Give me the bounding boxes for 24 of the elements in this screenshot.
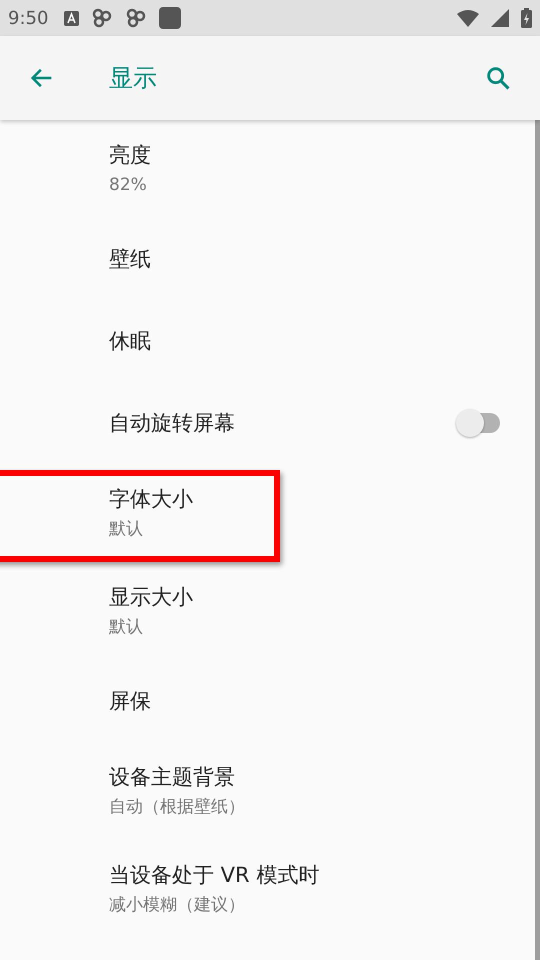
battery-icon bbox=[521, 8, 532, 28]
setting-title[interactable]: 壁纸 bbox=[109, 245, 500, 273]
signal-icon bbox=[491, 9, 509, 27]
square-icon bbox=[159, 7, 182, 29]
setting-summary: 减小模糊（建议） bbox=[109, 894, 246, 917]
setting-summary: 默认 bbox=[109, 518, 144, 541]
setting-title[interactable]: 字体大小 bbox=[109, 485, 500, 513]
setting-summary: 默认 bbox=[109, 616, 144, 639]
setting-summary: 82% bbox=[109, 174, 148, 197]
setting-title[interactable]: 当设备处于 VR 模式时 bbox=[109, 861, 500, 889]
setting-title[interactable]: 休眠 bbox=[109, 327, 500, 355]
setting-title[interactable]: 亮度 bbox=[109, 141, 500, 169]
setting-title[interactable]: 自动旋转屏幕 bbox=[109, 409, 456, 437]
setting-title[interactable]: 屏保 bbox=[109, 687, 500, 715]
setting-summary: 自动（根据壁纸） bbox=[109, 796, 246, 819]
notification-icon bbox=[64, 10, 80, 26]
wifi-icon bbox=[457, 9, 479, 27]
clover-icon bbox=[91, 8, 114, 28]
setting-title[interactable]: 设备主题背景 bbox=[109, 763, 500, 791]
status-time: 9:50 bbox=[8, 8, 48, 28]
setting-title[interactable]: 显示大小 bbox=[109, 583, 500, 611]
rotate-switch[interactable] bbox=[456, 409, 500, 437]
page-title: 显示 bbox=[109, 63, 158, 94]
clover-icon bbox=[125, 8, 148, 28]
